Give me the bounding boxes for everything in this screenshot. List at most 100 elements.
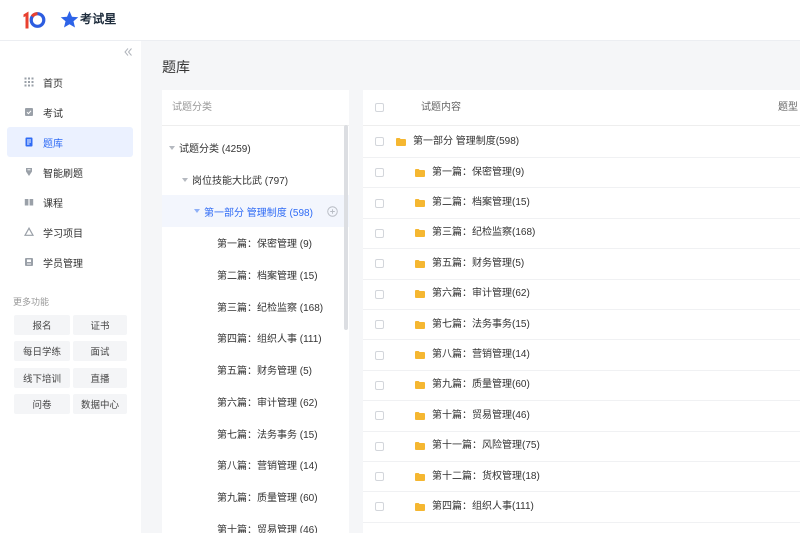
plus-circle-icon[interactable] bbox=[327, 205, 338, 217]
student-card-icon bbox=[24, 257, 34, 267]
smart-practice-icon bbox=[24, 167, 34, 177]
row-checkbox[interactable] bbox=[375, 320, 384, 330]
sidebar-item-student-management[interactable]: 学员管理 bbox=[7, 247, 133, 277]
tree-node-management-system[interactable]: 第一部分 管理制度 (598) bbox=[162, 195, 349, 228]
question-list-panel: 试题内容 题型 第一部分 管理制度(598) 第一篇：保密管理(9) 第二篇：档… bbox=[363, 90, 800, 533]
folder-icon bbox=[415, 229, 425, 238]
learning-project-icon bbox=[24, 227, 34, 237]
table-row[interactable]: 第三篇：纪检监察(168) bbox=[363, 219, 800, 250]
sidebar-item-label: 首页 bbox=[43, 78, 63, 90]
sidebar-item-label: 课程 bbox=[43, 198, 63, 210]
tree-node-leaf[interactable]: 第十篇：贸易管理 (46) bbox=[162, 512, 349, 533]
table-row[interactable]: 第二篇：档案管理(15) bbox=[363, 188, 800, 219]
row-label: 第八篇：营销管理(14) bbox=[432, 349, 530, 361]
table-row[interactable]: 第十一篇：风险管理(75) bbox=[363, 432, 800, 462]
caret-down-icon[interactable] bbox=[182, 175, 192, 185]
caret-down-icon[interactable] bbox=[194, 206, 204, 216]
folder-icon bbox=[415, 442, 425, 451]
table-row[interactable]: 第七篇：法务事务(15) bbox=[363, 310, 800, 341]
sidebar-item-course[interactable]: 课程 bbox=[7, 187, 133, 217]
tree-scrollbar[interactable] bbox=[344, 125, 348, 330]
row-checkbox[interactable] bbox=[375, 472, 384, 482]
tree-node-label: 第九篇：质量管理 (60) bbox=[217, 492, 318, 504]
row-checkbox[interactable] bbox=[375, 137, 384, 146]
table-row[interactable]: 第九篇：质量管理(60) bbox=[363, 371, 800, 402]
tree-node-skill-contest[interactable]: 岗位技能大比武 (797) bbox=[162, 164, 349, 196]
sidebar-item-question-bank[interactable]: 题库 bbox=[7, 127, 133, 157]
table-row[interactable]: 第五篇：财务管理(5) bbox=[363, 249, 800, 280]
table-row[interactable]: 第十篇：贸易管理(46) bbox=[363, 401, 800, 432]
row-checkbox[interactable] bbox=[375, 289, 384, 299]
row-checkbox[interactable] bbox=[375, 350, 384, 360]
tree-header: 试题分类 bbox=[162, 90, 349, 126]
more-button-signup[interactable]: 报名 bbox=[14, 315, 70, 335]
tree-node-label: 第十篇：贸易管理 (46) bbox=[217, 524, 318, 533]
row-checkbox[interactable] bbox=[375, 228, 384, 238]
folder-icon bbox=[415, 320, 425, 329]
more-button-offline-training[interactable]: 线下培训 bbox=[14, 367, 70, 388]
caret-down-icon[interactable] bbox=[169, 143, 179, 153]
sidebar-item-exam[interactable]: 考试 bbox=[7, 97, 133, 127]
more-button-interview[interactable]: 面试 bbox=[73, 341, 127, 362]
more-button-certificate[interactable]: 证书 bbox=[73, 315, 127, 335]
table-row[interactable]: 第四篇：组织人事(111) bbox=[363, 492, 800, 523]
table-row[interactable]: 第十二篇：货权管理(18) bbox=[363, 462, 800, 493]
row-label: 第十篇：贸易管理(46) bbox=[432, 409, 530, 421]
select-all-checkbox[interactable] bbox=[375, 103, 384, 112]
tree-node-leaf[interactable]: 第六篇：审计管理 (62) bbox=[162, 386, 349, 418]
sidebar-item-home[interactable]: 首页 bbox=[7, 67, 133, 97]
sidebar-item-learning-project[interactable]: 学习项目 bbox=[7, 217, 133, 247]
star-logo-icon[interactable] bbox=[60, 10, 79, 29]
folder-icon bbox=[415, 290, 425, 299]
sidebar-item-label: 学习项目 bbox=[43, 228, 83, 240]
tree-node-leaf[interactable]: 第二篇：档案管理 (15) bbox=[162, 259, 349, 291]
double-chevron-left-icon[interactable] bbox=[123, 47, 133, 57]
tree-node-leaf[interactable]: 第七篇：法务事务 (15) bbox=[162, 417, 349, 449]
more-button-survey[interactable]: 问卷 bbox=[14, 393, 70, 414]
sidebar-item-smart-practice[interactable]: 智能刷题 bbox=[7, 157, 133, 187]
tree-node-leaf[interactable]: 第三篇：纪检监察 (168) bbox=[162, 290, 349, 322]
row-label: 第三篇：纪检监察(168) bbox=[432, 227, 536, 239]
more-functions-title: 更多功能 bbox=[13, 297, 50, 307]
row-checkbox[interactable] bbox=[375, 502, 384, 512]
list-header: 试题内容 题型 bbox=[363, 90, 800, 126]
brand-logo-icon[interactable] bbox=[22, 10, 46, 30]
tree-node-leaf[interactable]: 第八篇：营销管理 (14) bbox=[162, 449, 349, 481]
tree-node-root[interactable]: 试题分类 (4259) bbox=[162, 132, 349, 164]
table-row[interactable]: 第一部分 管理制度(598) bbox=[363, 126, 800, 158]
table-row[interactable]: 第六篇：审计管理(62) bbox=[363, 280, 800, 310]
row-checkbox[interactable] bbox=[375, 168, 384, 178]
table-row[interactable]: 第八篇：营销管理(14) bbox=[363, 340, 800, 371]
table-row[interactable]: 第一篇：保密管理(9) bbox=[363, 158, 800, 189]
tree-node-label: 第一部分 管理制度 (598) bbox=[204, 207, 313, 219]
tree-node-label: 第七篇：法务事务 (15) bbox=[217, 429, 318, 441]
tree-node-leaf[interactable]: 第一篇：保密管理 (9) bbox=[162, 227, 349, 259]
more-button-daily-practice[interactable]: 每日学练 bbox=[14, 341, 70, 362]
row-checkbox[interactable] bbox=[375, 441, 384, 451]
tree-node-label: 第二篇：档案管理 (15) bbox=[217, 271, 318, 283]
sidebar-item-label: 智能刷题 bbox=[43, 168, 83, 180]
tree-node-leaf[interactable]: 第四篇：组织人事 (111) bbox=[162, 322, 349, 354]
row-checkbox[interactable] bbox=[375, 198, 384, 208]
exam-icon bbox=[24, 107, 34, 117]
folder-icon bbox=[415, 472, 425, 481]
more-button-live[interactable]: 直播 bbox=[73, 367, 127, 388]
sidebar-item-label: 考试 bbox=[43, 108, 63, 120]
tree-node-leaf[interactable]: 第五篇：财务管理 (5) bbox=[162, 354, 349, 386]
row-label: 第六篇：审计管理(62) bbox=[432, 288, 530, 300]
sidebar-item-label: 学员管理 bbox=[43, 258, 83, 270]
row-checkbox[interactable] bbox=[375, 411, 384, 421]
more-button-data-center[interactable]: 数据中心 bbox=[73, 393, 127, 414]
brand-name[interactable]: 考试星 bbox=[80, 12, 117, 27]
tree-node-label: 第八篇：营销管理 (14) bbox=[217, 461, 318, 473]
row-checkbox[interactable] bbox=[375, 380, 384, 390]
row-checkbox[interactable] bbox=[375, 259, 384, 269]
tree-node-label: 第一篇：保密管理 (9) bbox=[217, 239, 312, 251]
tree-node-leaf[interactable]: 第九篇：质量管理 (60) bbox=[162, 481, 349, 513]
row-label: 第九篇：质量管理(60) bbox=[432, 379, 530, 391]
